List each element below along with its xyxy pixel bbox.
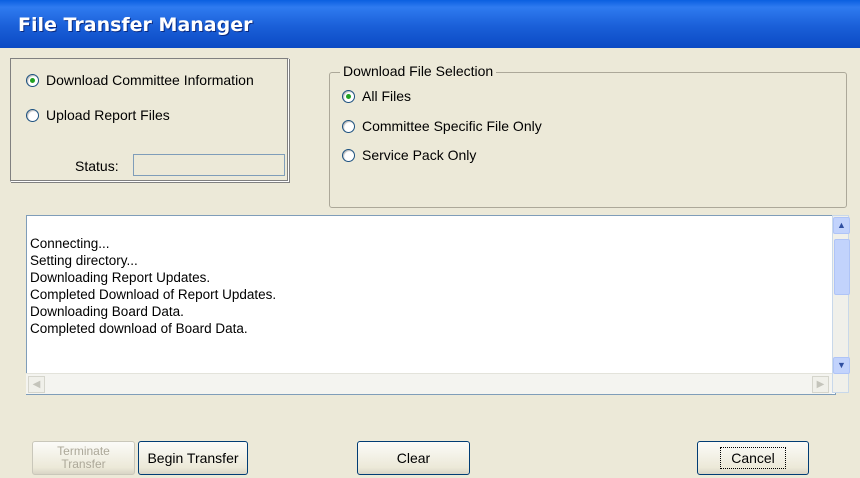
- status-field: [133, 154, 285, 176]
- cancel-label: Cancel: [720, 447, 786, 469]
- scrollbar-thumb[interactable]: [834, 239, 850, 295]
- log-lines: Connecting... Setting directory... Downl…: [30, 235, 276, 337]
- chevron-right-icon[interactable]: ▶: [812, 376, 829, 393]
- cancel-button[interactable]: Cancel: [697, 441, 809, 475]
- radio-label: Service Pack Only: [362, 147, 477, 163]
- chevron-left-icon[interactable]: ◀: [28, 376, 45, 393]
- radio-service-pack[interactable]: Service Pack Only: [342, 147, 476, 163]
- radio-download-committee[interactable]: Download Committee Information: [26, 72, 254, 88]
- radio-label: Committee Specific File Only: [362, 118, 542, 134]
- log-line: Completed Download of Report Updates.: [30, 287, 277, 302]
- transfer-log[interactable]: Connecting... Setting directory... Downl…: [26, 215, 836, 395]
- terminate-label-line2: Transfer: [61, 457, 106, 471]
- log-line: Downloading Board Data.: [30, 304, 184, 319]
- chevron-down-icon[interactable]: ▼: [833, 357, 850, 374]
- terminate-transfer-button[interactable]: Terminate Transfer: [32, 441, 135, 475]
- radio-all-files[interactable]: All Files: [342, 88, 411, 104]
- radio-label: Upload Report Files: [46, 107, 170, 123]
- radio-selected-icon: [26, 73, 39, 87]
- vertical-scrollbar[interactable]: ▲ ▼: [832, 215, 850, 393]
- log-line: Setting directory...: [30, 253, 138, 268]
- file-transfer-window: File Transfer Manager Download Committee…: [0, 0, 860, 478]
- horizontal-scrollbar[interactable]: ◀ ▶: [26, 373, 832, 394]
- log-line: Connecting...: [30, 236, 110, 251]
- begin-transfer-button[interactable]: Begin Transfer: [138, 441, 248, 475]
- radio-selected-icon: [342, 89, 355, 103]
- chevron-up-icon[interactable]: ▲: [833, 217, 850, 234]
- radio-committee-specific[interactable]: Committee Specific File Only: [342, 118, 542, 134]
- radio-label: All Files: [362, 88, 412, 104]
- status-label: Status:: [75, 158, 119, 174]
- log-line: Completed download of Board Data.: [30, 321, 248, 336]
- radio-unselected-icon: [342, 119, 355, 133]
- download-selection-legend: Download File Selection: [340, 63, 497, 79]
- radio-unselected-icon: [342, 148, 355, 162]
- radio-upload-report[interactable]: Upload Report Files: [26, 107, 170, 123]
- clear-button[interactable]: Clear: [357, 441, 470, 475]
- title-bar[interactable]: File Transfer Manager: [0, 0, 860, 48]
- radio-label: Download Committee Information: [46, 72, 254, 88]
- radio-unselected-icon: [26, 108, 39, 122]
- log-line: Downloading Report Updates.: [30, 270, 211, 285]
- window-title: File Transfer Manager: [18, 14, 253, 36]
